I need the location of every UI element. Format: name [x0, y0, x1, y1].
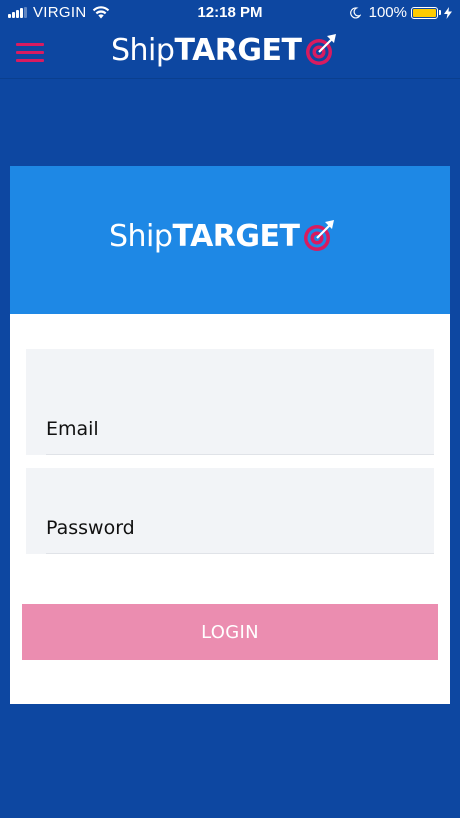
- header-logo: Ship TARGET: [111, 32, 339, 68]
- charging-bolt-icon: [444, 6, 452, 19]
- login-card-banner: Ship TARGET: [10, 166, 450, 314]
- email-field-container: [26, 349, 434, 455]
- app-header: Ship TARGET: [0, 26, 460, 79]
- status-right: 100%: [349, 4, 452, 21]
- hamburger-menu-icon[interactable]: [14, 40, 46, 64]
- password-field-container: [26, 468, 434, 554]
- login-button[interactable]: LOGIN: [22, 604, 438, 660]
- card-logo: Ship TARGET: [109, 218, 337, 254]
- login-card-body: LOGIN: [10, 314, 450, 704]
- do-not-disturb-moon-icon: [349, 6, 361, 19]
- target-arrow-icon: [306, 34, 337, 65]
- email-field[interactable]: [46, 415, 434, 455]
- logo-target-text: TARGET: [172, 218, 300, 254]
- target-arrow-icon: [304, 220, 335, 251]
- battery-icon: [411, 6, 438, 19]
- status-bar: VIRGIN 12:18 PM 100%: [0, 0, 460, 26]
- logo-ship-text: Ship: [111, 32, 175, 68]
- logo-ship-text: Ship: [109, 218, 173, 254]
- battery-nub: [439, 10, 441, 15]
- password-field[interactable]: [46, 514, 434, 554]
- battery-percent: 100%: [368, 4, 407, 21]
- battery-fill: [413, 8, 436, 17]
- logo-target-text: TARGET: [174, 32, 302, 68]
